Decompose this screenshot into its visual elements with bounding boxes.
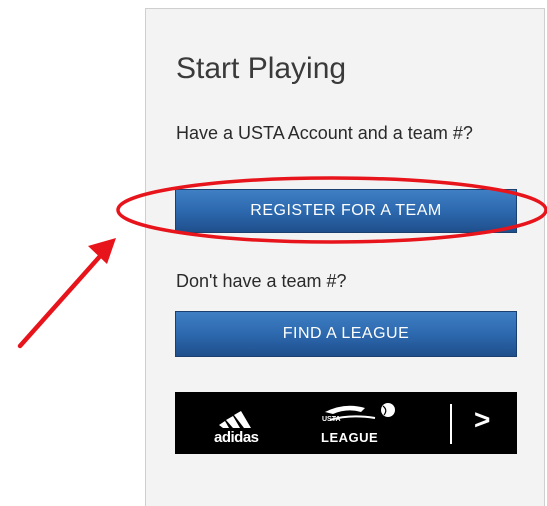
adidas-usta-league-banner[interactable]: adidas USTA LEAGUE > (175, 392, 517, 454)
panel-title: Start Playing (176, 52, 347, 85)
register-for-team-button[interactable]: REGISTER FOR A TEAM (175, 189, 517, 233)
red-arrow-icon (17, 238, 116, 349)
adidas-brand-text: adidas (214, 429, 259, 446)
account-prompt-text: Have a USTA Account and a team #? (176, 123, 473, 143)
no-team-prompt-text: Don't have a team #? (176, 271, 347, 291)
find-a-league-button[interactable]: FIND A LEAGUE (175, 311, 517, 357)
page: Start Playing Have a USTA Account and a … (0, 0, 547, 506)
chevron-right-icon[interactable]: > (474, 404, 490, 436)
league-text: LEAGUE (321, 430, 379, 445)
banner-divider (450, 404, 452, 444)
usta-small-text: USTA (322, 416, 341, 423)
